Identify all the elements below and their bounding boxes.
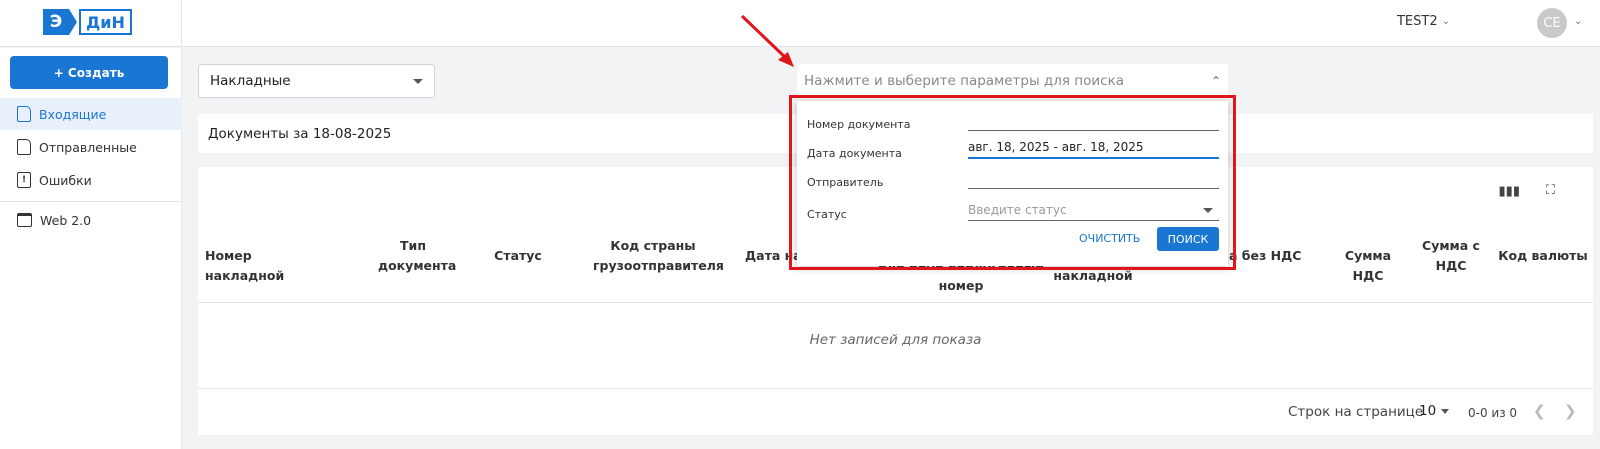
sidebar-item-label: Web 2.0: [40, 212, 92, 228]
edin-logo[interactable]: Э ДиН: [43, 9, 135, 35]
avatar[interactable]: CE: [1537, 8, 1567, 38]
chevron-left-icon[interactable]: ❮: [1533, 402, 1546, 420]
chevron-up-icon[interactable]: ⌃: [1211, 74, 1221, 88]
logo-chevron: [69, 9, 77, 35]
columns-icon[interactable]: ▮▮▮: [1499, 184, 1520, 199]
chevron-down-icon[interactable]: ⌄: [1574, 16, 1582, 27]
incoming-doc-icon: [17, 106, 31, 122]
column-header[interactable]: Код валюты: [1498, 246, 1588, 266]
logo-e: Э: [43, 9, 69, 35]
sidebar-item-web2[interactable]: Web 2.0: [0, 204, 182, 236]
column-header[interactable]: Сумма НДС: [1328, 246, 1408, 286]
empty-message: Нет записей для показа: [809, 332, 982, 348]
highlight-box: [789, 95, 1236, 270]
sidebar-item-label: Отправленные: [39, 139, 137, 155]
rows-per-page-label: Строк на странице: [1288, 404, 1424, 420]
search-params-bar[interactable]: Нажмите и выберите параметры для поиска …: [797, 64, 1228, 98]
caret-down-icon: [1441, 408, 1450, 414]
user-menu[interactable]: TEST2 ⌄: [1397, 14, 1450, 29]
rows-per-page-value: 10: [1419, 403, 1437, 419]
annotation-arrow-icon: [740, 14, 794, 67]
table-pagination: Строк на странице 10 0-0 из 0 ❮ ❯: [198, 388, 1593, 435]
column-header[interactable]: а без НДС: [1229, 246, 1319, 266]
documents-title: Документы за 18-08-2025: [208, 125, 392, 142]
sidebar-divider: [0, 201, 182, 202]
chevron-down-icon: ⌄: [1441, 16, 1450, 27]
sidebar-item-label: Входящие: [39, 106, 107, 122]
sidebar-item-label: Ошибки: [39, 172, 92, 188]
fullscreen-icon[interactable]: ⛶: [1546, 183, 1555, 198]
logo-area: Э ДиН: [0, 0, 182, 47]
user-name: TEST2: [1396, 14, 1438, 29]
column-header[interactable]: Код страны грузоотправителя: [593, 236, 724, 276]
pagination-range: 0-0 из 0: [1468, 406, 1518, 420]
doc-type-select[interactable]: Накладные: [198, 64, 435, 98]
sidebar-item-sent[interactable]: Отправленные: [0, 131, 182, 163]
create-button-label: + Создать: [53, 65, 125, 80]
column-header[interactable]: Статус: [493, 246, 543, 266]
create-button[interactable]: + Создать: [10, 56, 168, 89]
logo-din: ДиН: [79, 9, 132, 35]
window-icon: [17, 213, 32, 227]
search-placeholder: Нажмите и выберите параметры для поиска: [804, 73, 1125, 89]
sidebar-item-errors[interactable]: ! Ошибки: [0, 164, 182, 196]
rows-per-page-select[interactable]: 10: [1419, 403, 1450, 419]
column-header[interactable]: Сумма с НДС: [1421, 236, 1481, 276]
error-icon: !: [17, 172, 31, 188]
chevron-right-icon[interactable]: ❯: [1564, 402, 1577, 420]
outgoing-doc-icon: [17, 139, 31, 155]
column-header[interactable]: Тип документа: [378, 236, 456, 276]
doc-type-value: Накладные: [210, 73, 291, 89]
column-header[interactable]: Номер накладной: [205, 246, 325, 286]
sidebar: + Создать Входящие Отправленные ! Ошибки…: [0, 48, 182, 449]
top-header: Э ДиН TEST2 ⌄ CE ⌄: [0, 0, 1600, 47]
sidebar-item-incoming[interactable]: Входящие: [0, 98, 182, 130]
caret-down-icon: [413, 78, 423, 84]
